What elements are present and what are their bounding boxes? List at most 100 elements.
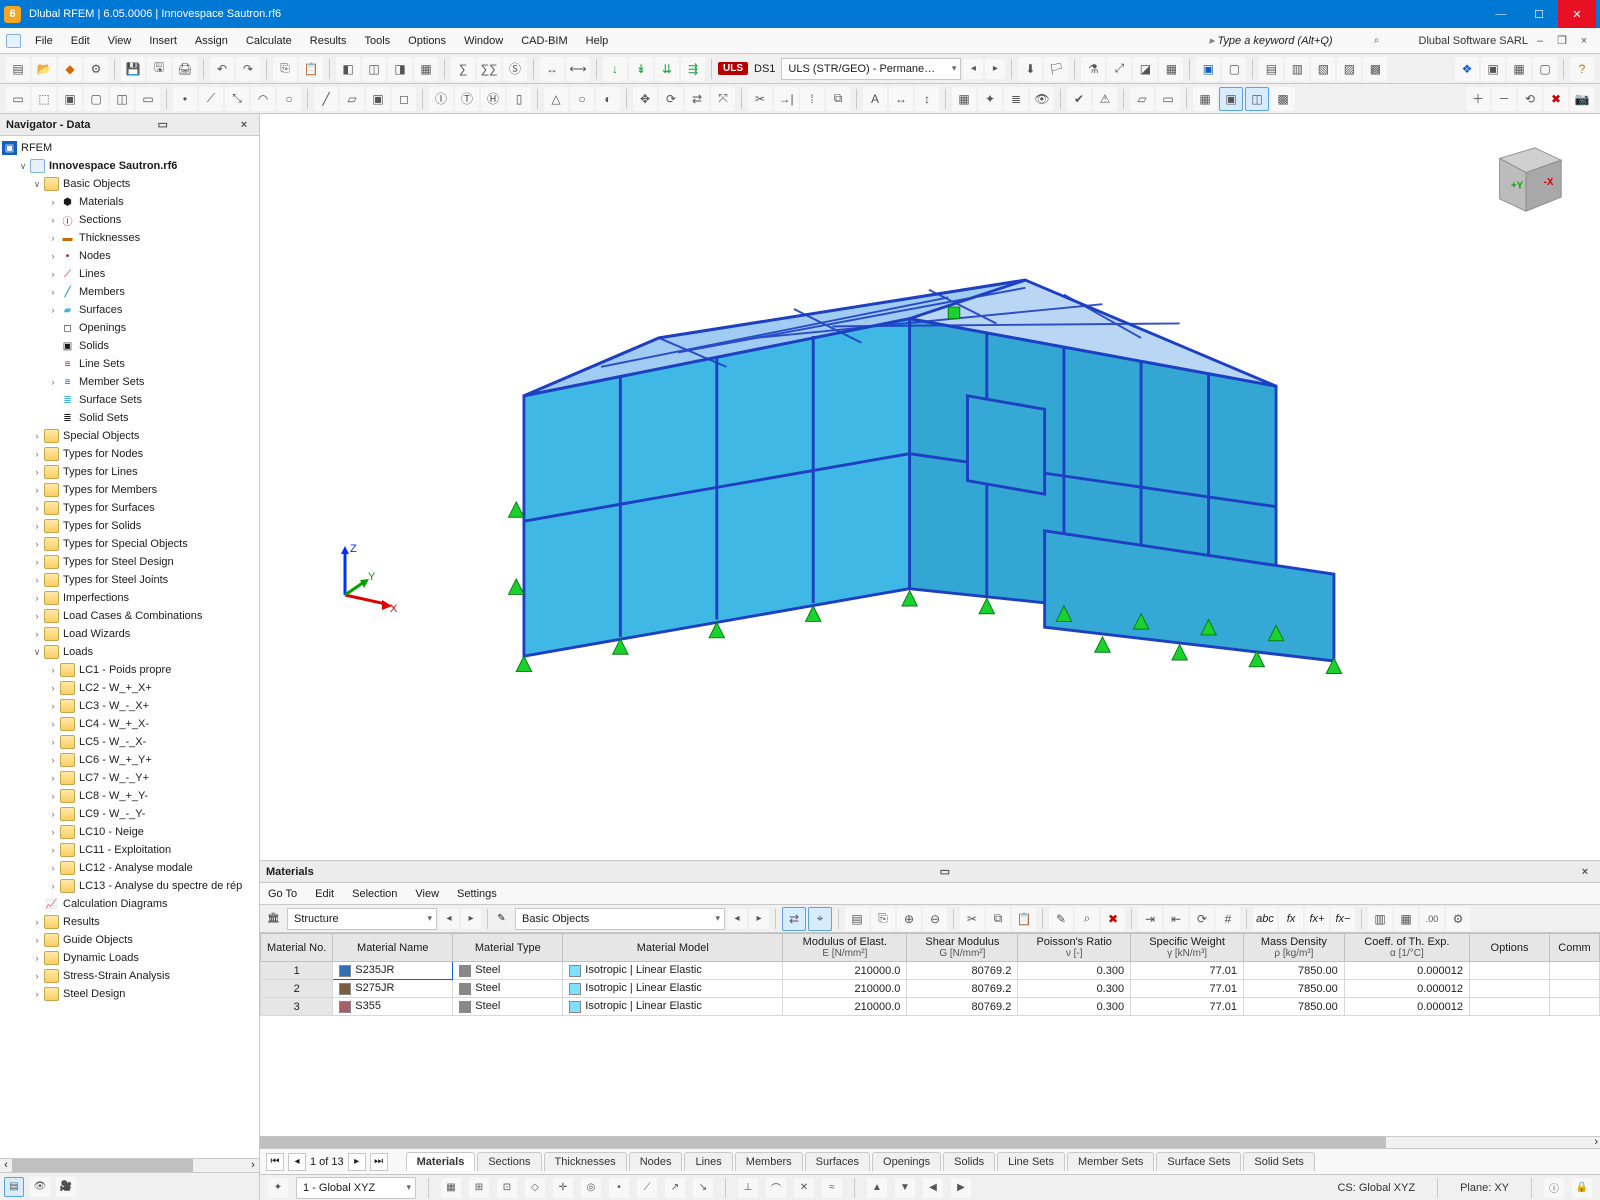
mirror-icon[interactable]: ⇄ [685,87,709,111]
settings-icon[interactable]: ⚙ [84,57,108,81]
texture-mode-icon[interactable]: ▩ [1271,87,1295,111]
structure-prev-icon[interactable]: ◂ [439,909,459,929]
status-cs-icon[interactable]: ✦ [268,1178,288,1198]
panel-table-icon[interactable]: ▦ [414,57,438,81]
snap-end-icon[interactable]: ⊡ [497,1178,517,1198]
render-solid-icon[interactable]: ▣ [1196,57,1220,81]
tb-cut-icon[interactable]: ✂ [960,907,984,931]
materials-close-icon[interactable]: × [1576,866,1594,878]
mdi-minimize-button[interactable]: – [1530,31,1550,51]
tb-fx-icon[interactable]: fx [1279,907,1303,931]
print-icon[interactable]: 🖨 [173,57,197,81]
model-viewport[interactable]: +Y -X [260,114,1600,860]
panel-left-icon[interactable]: ◧ [336,57,360,81]
status-info-icon[interactable]: ⓘ [1544,1178,1564,1198]
tb-import-icon[interactable]: ⇥ [1138,907,1162,931]
perspective-icon[interactable]: ▱ [1130,87,1154,111]
tb-new-row-icon[interactable]: ▤ [845,907,869,931]
select-box-icon[interactable]: ▢ [84,87,108,111]
dimension-icon[interactable]: ⟷ [566,57,590,81]
nav-eye-tab-icon[interactable]: 👁 [30,1177,50,1197]
snap-ext2-icon[interactable]: ↘ [693,1178,713,1198]
undo-icon[interactable]: ↶ [210,57,234,81]
view-full-icon[interactable]: ⤢ [1107,57,1131,81]
redo-icon[interactable]: ↷ [236,57,260,81]
tab-member-sets[interactable]: Member Sets [1067,1152,1154,1171]
arc-icon[interactable]: ◠ [251,87,275,111]
addon-b-icon[interactable]: ▥ [1285,57,1309,81]
member-icon[interactable]: ╱ [314,87,338,111]
snap-near-icon[interactable]: ≈ [822,1178,842,1198]
text-icon[interactable]: A [863,87,887,111]
tab-surface-sets[interactable]: Surface Sets [1156,1152,1241,1171]
tab-thicknesses[interactable]: Thicknesses [544,1152,627,1171]
box-alt-icon[interactable]: ▦ [1507,57,1531,81]
tab-solid-sets[interactable]: Solid Sets [1243,1152,1315,1171]
zoom-in-icon[interactable]: ＋ [1466,87,1490,111]
status-lock-icon[interactable]: 🔒 [1572,1178,1592,1198]
link-sel-icon[interactable]: ⇄ [782,907,806,931]
mdi-restore-button[interactable]: ❐ [1552,31,1572,51]
navigator-close-icon[interactable]: × [235,119,253,131]
filter-icon[interactable]: ⚗ [1081,57,1105,81]
window-maximize-button[interactable]: ☐ [1520,0,1558,28]
loadcase-next-icon[interactable]: ▸ [985,59,1005,79]
view-left-icon[interactable]: ◀ [923,1178,943,1198]
menu-assign[interactable]: Assign [187,31,236,51]
load-icon[interactable]: ↓ [603,57,627,81]
trim-icon[interactable]: ✂ [748,87,772,111]
save-icon[interactable]: 💾 [121,57,145,81]
pager-last-icon[interactable]: ⏭ [370,1153,388,1171]
materials-hscrollbar[interactable]: › [260,1136,1600,1148]
tb-delete-row-icon[interactable]: ⊖ [923,907,947,931]
snap-ext1-icon[interactable]: ↗ [665,1178,685,1198]
table-row[interactable]: 2S275JRSteelIsotropic | Linear Elastic21… [261,980,1600,998]
mat-menu-settings[interactable]: Settings [457,888,497,900]
menu-cad-bim[interactable]: CAD-BIM [513,31,575,51]
pager-first-icon[interactable]: ⏮ [266,1153,284,1171]
view-bottom-icon[interactable]: ▼ [895,1178,915,1198]
section-db-icon[interactable]: Ⓘ [429,87,453,111]
tb-settings-icon[interactable]: ⚙ [1446,907,1470,931]
tab-lines[interactable]: Lines [684,1152,732,1171]
panel-right-icon[interactable]: ◨ [388,57,412,81]
snap-axis-icon[interactable]: ✛ [553,1178,573,1198]
show-3d-icon[interactable]: ❖ [1455,57,1479,81]
group-combo[interactable]: Basic Objects [515,908,725,930]
support-icon[interactable]: △ [544,87,568,111]
snap-grid-icon[interactable]: ▦ [441,1178,461,1198]
snap-line-icon[interactable]: ⟋ [637,1178,657,1198]
zoom-out-icon[interactable]: － [1492,87,1516,111]
wireframe-mode-icon[interactable]: ▦ [1193,87,1217,111]
delete-view-icon[interactable]: ✖ [1544,87,1568,111]
snap-tan-icon[interactable]: ⌒ [766,1178,786,1198]
view-iso-icon[interactable]: ◪ [1133,57,1157,81]
tb-columns-icon[interactable]: ▥ [1368,907,1392,931]
navigator-float-icon[interactable]: ▭ [154,118,172,131]
divide-icon[interactable]: ⁞ [800,87,824,111]
mat-menu-selection[interactable]: Selection [352,888,397,900]
move-icon[interactable]: ✥ [633,87,657,111]
tab-members[interactable]: Members [735,1152,803,1171]
tab-openings[interactable]: Openings [872,1152,941,1171]
menu-tools[interactable]: Tools [356,31,398,51]
reset-view-icon[interactable]: ⟲ [1518,87,1542,111]
view-grid-icon[interactable]: ▦ [1159,57,1183,81]
tab-materials[interactable]: Materials [406,1152,476,1171]
select-icon[interactable]: ▭ [6,87,30,111]
loadcase-prev-icon[interactable]: ◂ [963,59,983,79]
group-prev-icon[interactable]: ◂ [727,909,747,929]
dim-v-icon[interactable]: ↕ [915,87,939,111]
dim-h-icon[interactable]: ↔ [889,87,913,111]
solid-icon[interactable]: ▣ [366,87,390,111]
mat-menu-edit[interactable]: Edit [315,888,334,900]
snap-int-icon[interactable]: ✕ [794,1178,814,1198]
shaded-mode-icon[interactable]: ▣ [1219,87,1243,111]
keyword-search[interactable]: ▸ Type a keyword (Alt+Q) [1209,34,1333,47]
tb-units-icon[interactable]: .00 [1420,907,1444,931]
tb-fxplus-icon[interactable]: fx+ [1305,907,1329,931]
navigator-tree[interactable]: ▣RFEM ∨Innovespace Sautron.rf6 ∨Basic Ob… [0,136,259,1158]
node-icon[interactable]: • [173,87,197,111]
menu-view[interactable]: View [100,31,140,51]
section-draw-icon[interactable]: Ⓣ [455,87,479,111]
